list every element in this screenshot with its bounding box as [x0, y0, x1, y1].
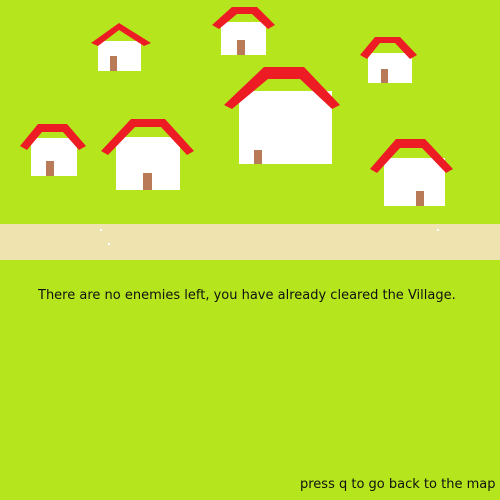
house-icon [91, 23, 151, 71]
road-pebble [437, 229, 439, 231]
village-house [101, 119, 194, 190]
house-icon [20, 124, 86, 176]
village-house [91, 23, 151, 71]
house-icon [212, 7, 275, 55]
status-message: There are no enemies left, you have alre… [38, 288, 456, 303]
village-scene: There are no enemies left, you have alre… [0, 0, 500, 500]
village-road [0, 224, 500, 260]
village-house [360, 37, 417, 83]
village-house [370, 139, 453, 206]
village-house [20, 124, 86, 176]
return-hint: press q to go back to the map [300, 477, 496, 492]
house-icon [370, 139, 453, 206]
house-icon [360, 37, 417, 83]
village-house [224, 67, 340, 164]
road-pebble [108, 243, 110, 245]
road-pebble [100, 229, 102, 231]
house-icon [224, 67, 340, 164]
house-icon [101, 119, 194, 190]
village-house [212, 7, 275, 55]
